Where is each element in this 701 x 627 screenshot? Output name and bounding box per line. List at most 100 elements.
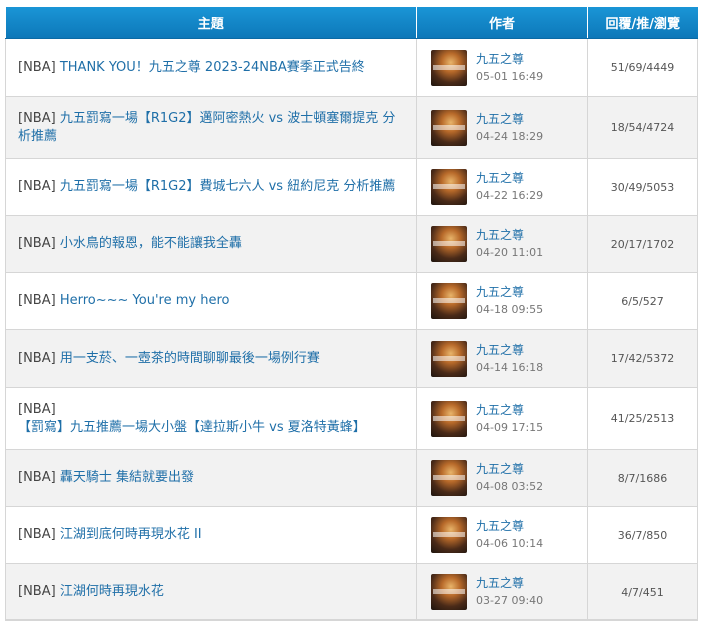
post-time: 04-18 09:55 bbox=[476, 303, 544, 316]
author-info: 九五之尊 04-22 16:29 bbox=[431, 169, 587, 205]
author-meta: 九五之尊 04-24 18:29 bbox=[476, 111, 543, 145]
table-row: [NBA] 九五罰寫一場【R1G2】邁阿密熱火 vs 波士頓塞爾提克 分析推薦 … bbox=[5, 96, 698, 159]
post-time: 04-14 16:18 bbox=[476, 360, 544, 374]
topic-tag: [NBA] bbox=[18, 401, 56, 417]
table-row: [NBA] 【罰寫】九五推薦一場大小盤【達拉斯小牛 vs 夏洛特黃蜂】 九五之尊… bbox=[5, 387, 698, 450]
topic-tag: [NBA] bbox=[18, 470, 56, 485]
author-name[interactable]: 九五之尊 bbox=[476, 111, 543, 128]
stats-cell: 36/7/850 bbox=[587, 506, 698, 564]
post-time: 04-24 18:29 bbox=[476, 129, 544, 143]
topic-title: 九五罰寫一場【R1G2】邁阿密熱火 vs 波士頓塞爾提克 分析推薦 bbox=[18, 110, 396, 144]
topic-tag: [NBA] bbox=[18, 584, 56, 599]
topic-link[interactable]: [NBA] Herro~~~ You're my hero bbox=[18, 293, 229, 308]
author-cell: 九五之尊 04-14 16:18 bbox=[416, 329, 588, 388]
stats-cell: 51/69/4449 bbox=[587, 38, 698, 97]
table-row: [NBA] 江湖何時再現水花 九五之尊 03-27 09:40 4/7/451 bbox=[5, 563, 698, 621]
topic-tag: [NBA] bbox=[18, 350, 56, 366]
author-cell: 九五之尊 04-22 16:29 bbox=[416, 158, 588, 216]
post-time: 03-27 09:40 bbox=[476, 594, 544, 607]
author-name[interactable]: 九五之尊 bbox=[476, 51, 543, 68]
author-cell: 九五之尊 05-01 16:49 bbox=[416, 38, 588, 97]
topic-title: Herro~~~ You're my hero bbox=[59, 293, 230, 308]
author-name[interactable]: 九五之尊 bbox=[476, 227, 543, 244]
stats-cell: 41/25/2513 bbox=[587, 387, 698, 450]
stats-cell: 8/7/1686 bbox=[587, 449, 698, 507]
topic-title: 九五罰寫一場【R1G2】費城七六人 vs 紐約尼克 分析推薦 bbox=[59, 179, 396, 194]
topic-link[interactable]: [NBA] 用一支菸、一壺茶的時間聊聊最後一場例行賽 bbox=[18, 351, 320, 366]
author-cell: 九五之尊 04-18 09:55 bbox=[416, 272, 588, 330]
column-header-topic[interactable]: 主題 bbox=[5, 7, 417, 39]
author-info: 九五之尊 05-01 16:49 bbox=[431, 49, 587, 86]
avatar[interactable] bbox=[431, 400, 467, 437]
avatar[interactable] bbox=[431, 226, 467, 262]
avatar[interactable] bbox=[431, 460, 467, 496]
stats-cell: 4/7/451 bbox=[587, 563, 698, 621]
table-row: [NBA] Herro~~~ You're my hero 九五之尊 04-18… bbox=[5, 272, 698, 330]
table-row: [NBA] 江湖到底何時再現水花 II 九五之尊 04-06 10:14 36/… bbox=[5, 506, 698, 564]
post-time: 04-09 17:15 bbox=[476, 420, 544, 434]
topic-cell: [NBA] 九五罰寫一場【R1G2】費城七六人 vs 紐約尼克 分析推薦 bbox=[5, 158, 417, 216]
avatar[interactable] bbox=[431, 49, 467, 86]
author-meta: 九五之尊 05-01 16:49 bbox=[476, 51, 543, 85]
author-info: 九五之尊 04-24 18:29 bbox=[431, 109, 587, 146]
author-name[interactable]: 九五之尊 bbox=[476, 342, 543, 359]
author-info: 九五之尊 04-18 09:55 bbox=[431, 283, 587, 319]
stats-cell: 6/5/527 bbox=[587, 272, 698, 330]
table-row: [NBA] 用一支菸、一壺茶的時間聊聊最後一場例行賽 九五之尊 04-14 16… bbox=[5, 329, 698, 388]
topic-link[interactable]: [NBA] 江湖到底何時再現水花 II bbox=[18, 527, 202, 542]
stats-cell: 17/42/5372 bbox=[587, 329, 698, 388]
avatar[interactable] bbox=[431, 517, 467, 553]
stats-cell: 18/54/4724 bbox=[587, 96, 698, 159]
table-row: [NBA] 小水鳥的報恩，能不能讓我全轟 九五之尊 04-20 11:01 20… bbox=[5, 215, 698, 273]
author-name[interactable]: 九五之尊 bbox=[476, 170, 543, 187]
topic-link[interactable]: [NBA] 江湖何時再現水花 bbox=[18, 584, 164, 599]
author-info: 九五之尊 03-27 09:40 bbox=[431, 574, 587, 610]
topic-link[interactable]: [NBA] 小水鳥的報恩，能不能讓我全轟 bbox=[18, 236, 242, 251]
author-cell: 九五之尊 04-08 03:52 bbox=[416, 449, 588, 507]
topic-cell: [NBA] 江湖何時再現水花 bbox=[5, 563, 417, 621]
avatar[interactable] bbox=[431, 109, 467, 146]
author-cell: 九五之尊 04-24 18:29 bbox=[416, 96, 588, 159]
topic-cell: [NBA] 江湖到底何時再現水花 II bbox=[5, 506, 417, 564]
table-row: [NBA] 轟天騎士 集結就要出發 九五之尊 04-08 03:52 8/7/1… bbox=[5, 449, 698, 507]
author-meta: 九五之尊 04-22 16:29 bbox=[476, 170, 543, 204]
topic-tag: [NBA] bbox=[18, 236, 56, 251]
author-name[interactable]: 九五之尊 bbox=[476, 518, 543, 535]
author-name[interactable]: 九五之尊 bbox=[476, 284, 543, 301]
author-meta: 九五之尊 04-06 10:14 bbox=[476, 518, 543, 552]
post-time: 04-08 03:52 bbox=[476, 480, 544, 493]
column-header-stats[interactable]: 回覆/推/瀏覽 bbox=[587, 7, 698, 39]
topic-title: 用一支菸、一壺茶的時間聊聊最後一場例行賽 bbox=[59, 350, 320, 366]
avatar[interactable] bbox=[431, 340, 467, 377]
column-header-author[interactable]: 作者 bbox=[416, 7, 588, 39]
topic-cell: [NBA] Herro~~~ You're my hero bbox=[5, 272, 417, 330]
topic-link[interactable]: [NBA] 【罰寫】九五推薦一場大小盤【達拉斯小牛 vs 夏洛特黃蜂】 bbox=[18, 402, 366, 435]
author-info: 九五之尊 04-09 17:15 bbox=[431, 400, 587, 437]
topic-cell: [NBA] 轟天騎士 集結就要出發 bbox=[5, 449, 417, 507]
topic-title: THANK YOU！九五之尊 2023-24NBA賽季正式告終 bbox=[59, 59, 365, 75]
post-time: 04-20 11:01 bbox=[476, 246, 544, 259]
topic-link[interactable]: [NBA] THANK YOU！九五之尊 2023-24NBA賽季正式告終 bbox=[18, 60, 365, 75]
topic-link[interactable]: [NBA] 九五罰寫一場【R1G2】邁阿密熱火 vs 波士頓塞爾提克 分析推薦 bbox=[18, 111, 395, 144]
author-name[interactable]: 九五之尊 bbox=[476, 402, 543, 419]
topic-title: 小水鳥的報恩，能不能讓我全轟 bbox=[59, 236, 242, 251]
author-name[interactable]: 九五之尊 bbox=[476, 461, 543, 478]
author-meta: 九五之尊 04-20 11:01 bbox=[476, 227, 543, 261]
avatar[interactable] bbox=[431, 574, 467, 610]
topic-link[interactable]: [NBA] 九五罰寫一場【R1G2】費城七六人 vs 紐約尼克 分析推薦 bbox=[18, 179, 395, 194]
avatar[interactable] bbox=[431, 283, 467, 319]
stats-cell: 30/49/5053 bbox=[587, 158, 698, 216]
author-meta: 九五之尊 04-18 09:55 bbox=[476, 284, 543, 318]
author-meta: 九五之尊 04-09 17:15 bbox=[476, 402, 543, 436]
topic-link[interactable]: [NBA] 轟天騎士 集結就要出發 bbox=[18, 470, 194, 485]
table-bottom-border bbox=[5, 619, 697, 621]
topic-tag: [NBA] bbox=[18, 293, 56, 308]
topic-cell: [NBA] 小水鳥的報恩，能不能讓我全轟 bbox=[5, 215, 417, 273]
author-name[interactable]: 九五之尊 bbox=[476, 575, 543, 592]
topic-cell: [NBA] 九五罰寫一場【R1G2】邁阿密熱火 vs 波士頓塞爾提克 分析推薦 bbox=[5, 96, 417, 159]
author-info: 九五之尊 04-20 11:01 bbox=[431, 226, 587, 262]
avatar[interactable] bbox=[431, 169, 467, 205]
table-row: [NBA] 九五罰寫一場【R1G2】費城七六人 vs 紐約尼克 分析推薦 九五之… bbox=[5, 158, 698, 216]
author-cell: 九五之尊 04-09 17:15 bbox=[416, 387, 588, 450]
topic-tag: [NBA] bbox=[18, 527, 56, 542]
